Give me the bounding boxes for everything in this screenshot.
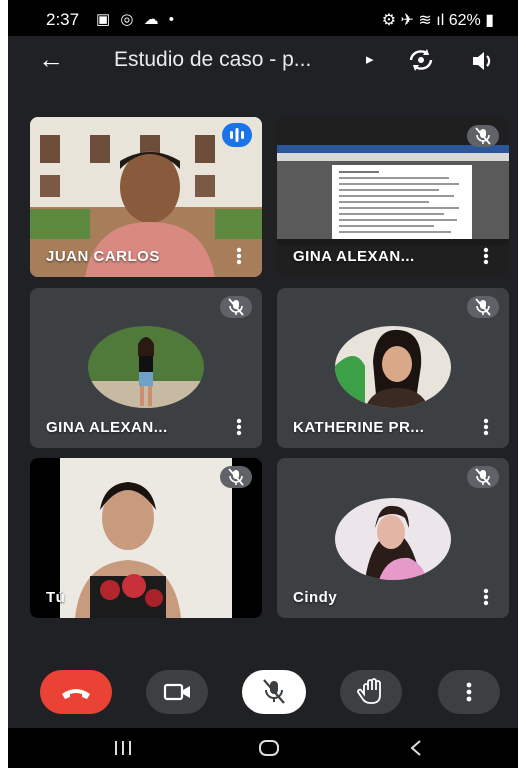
back-icon[interactable] [408, 739, 424, 757]
participant-tile-juan-carlos[interactable]: JUAN CARLOS [30, 117, 262, 277]
mic-off-icon [263, 679, 285, 704]
muted-mic-icon [467, 466, 499, 488]
system-icons: ⚙ ✈ ≋ ıl [381, 12, 449, 29]
video-camera-icon [163, 683, 190, 701]
participant-tile-gina-screen[interactable]: GINA ALEXAN... [277, 117, 509, 277]
avatar [88, 326, 204, 408]
avatar [335, 326, 451, 408]
muted-mic-icon [220, 296, 252, 318]
hang-up-icon [62, 689, 90, 699]
more-options-icon[interactable] [483, 588, 489, 606]
avatar [335, 498, 451, 580]
battery-level: 62% [448, 12, 481, 29]
status-bar: 2:37 ▣ ◎ ☁ • ⚙ ✈ ≋ ıl 62% ▮ [8, 0, 518, 36]
speaker-icon[interactable] [470, 48, 496, 74]
more-options-icon[interactable] [483, 247, 489, 265]
participant-tile-katherine[interactable]: KATHERINE PR... [277, 288, 509, 448]
participant-tile-gina[interactable]: GINA ALEXAN... [30, 288, 262, 448]
status-time: 2:37 [46, 10, 80, 29]
participant-name: KATHERINE PR... [293, 419, 425, 436]
meeting-header: ← Estudio de caso - p... ▸ [8, 36, 518, 86]
notification-icons: ▣ ◎ ☁ • [96, 11, 178, 28]
muted-mic-icon [467, 125, 499, 147]
hand-icon [357, 678, 381, 704]
more-options-icon[interactable] [236, 418, 242, 436]
battery-icon: ▮ [485, 12, 494, 29]
participant-name: Tú [46, 589, 66, 606]
more-options-button[interactable] [438, 670, 500, 714]
raise-hand-button[interactable] [340, 670, 402, 714]
mic-toggle-button[interactable] [242, 670, 306, 714]
muted-mic-icon [467, 296, 499, 318]
call-controls [8, 650, 518, 730]
phone-screen: 2:37 ▣ ◎ ☁ • ⚙ ✈ ≋ ıl 62% ▮ ← Estudio de… [8, 0, 518, 768]
home-icon[interactable] [258, 739, 280, 757]
more-options-icon[interactable] [483, 418, 489, 436]
end-call-button[interactable] [40, 670, 112, 714]
system-nav-bar [8, 728, 518, 768]
more-options-icon[interactable] [236, 247, 242, 265]
speaking-indicator-icon [222, 123, 252, 147]
participant-name: GINA ALEXAN... [293, 248, 415, 265]
participant-tile-self[interactable]: Tú [30, 458, 262, 618]
participant-tile-cindy[interactable]: Cindy [277, 458, 509, 618]
title-expand-icon[interactable]: ▸ [366, 50, 374, 68]
more-vertical-icon [466, 682, 472, 702]
switch-camera-icon[interactable] [406, 46, 436, 74]
camera-toggle-button[interactable] [146, 670, 208, 714]
participant-name: JUAN CARLOS [46, 248, 160, 265]
participant-name: Cindy [293, 589, 338, 606]
recent-apps-icon[interactable] [112, 740, 134, 756]
participant-name: GINA ALEXAN... [46, 419, 168, 436]
meeting-title[interactable]: Estudio de caso - p... [114, 48, 311, 72]
muted-mic-icon [220, 466, 252, 488]
back-arrow-icon[interactable]: ← [38, 44, 64, 75]
status-right: ⚙ ✈ ≋ ıl 62% ▮ [382, 10, 494, 30]
